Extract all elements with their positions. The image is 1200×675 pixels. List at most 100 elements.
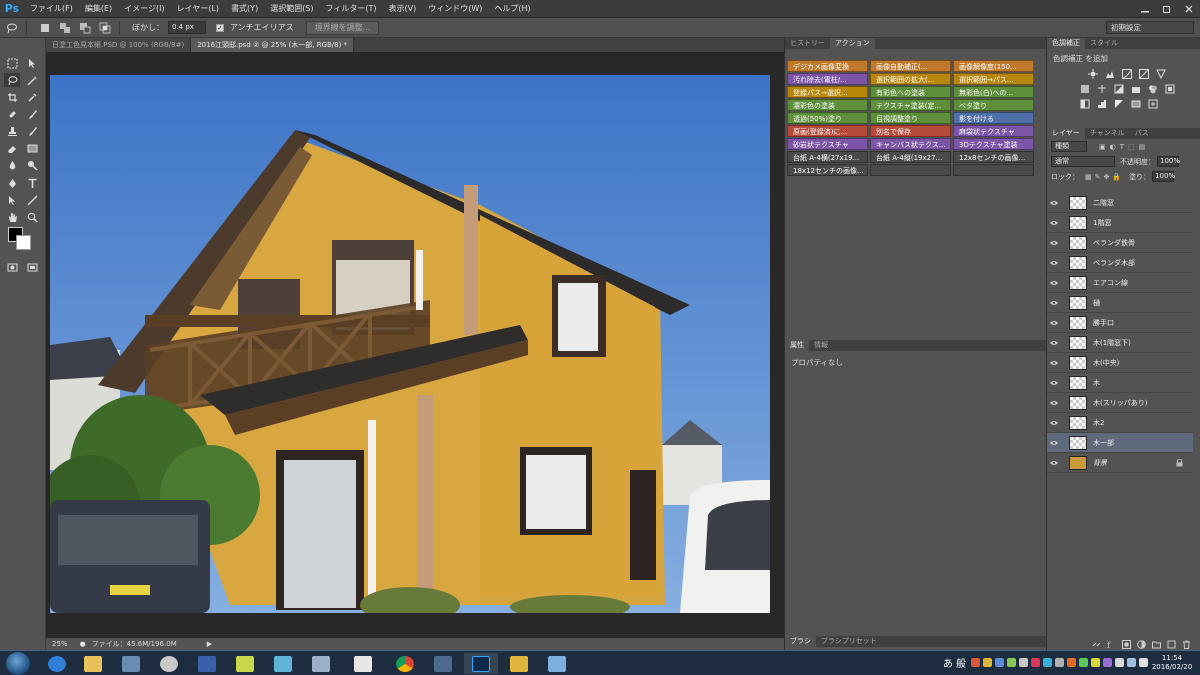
visibility-eye-icon[interactable] [1047,193,1061,213]
visibility-eye-icon[interactable] [1047,213,1061,233]
layer-row[interactable]: 二階窓 [1047,193,1193,213]
clock[interactable]: 11:54 2016/02/20 [1148,654,1196,672]
brush-tool[interactable] [24,107,40,121]
opacity-input[interactable]: 100% [1157,156,1180,167]
taskbar-explorer[interactable] [76,653,110,674]
history-brush-tool[interactable] [24,124,40,138]
lasso-tool[interactable] [4,73,20,87]
refine-edge-button[interactable]: 境界線を調整... [305,20,380,35]
layer-row[interactable]: 背景 [1047,453,1193,473]
feather-input[interactable]: 0.4 px [168,21,206,34]
action-button[interactable]: 選択範囲の拡大(... [870,73,951,85]
eyedropper-tool[interactable] [24,90,40,104]
action-button[interactable]: 透過(50%)塗り [787,112,868,124]
selective-color-icon[interactable] [1147,98,1158,109]
menu-file[interactable]: ファイル(F) [24,0,79,18]
crop-tool[interactable] [4,90,20,104]
action-button[interactable]: 台紙 A-4縦(19x27... [870,151,951,163]
menu-filter[interactable]: フィルター(T) [320,0,383,18]
layer-style-icon[interactable]: f [1107,640,1116,649]
action-button[interactable]: 選択範囲→パス... [953,73,1034,85]
layer-row[interactable]: 木(スリッパあり) [1047,393,1193,413]
close-button[interactable] [1178,0,1200,18]
taskbar-app-5[interactable] [426,653,460,674]
layer-row[interactable]: ベランダ鉄骨 [1047,233,1193,253]
action-button[interactable]: 12x8センチの画像... [953,151,1034,163]
marquee-tool[interactable] [4,56,20,70]
tab-styles[interactable]: スタイル [1085,38,1123,49]
tray-icon-6[interactable] [1031,658,1040,667]
tray-icon-10[interactable] [1079,658,1088,667]
tab-layers[interactable]: レイヤー [1047,128,1085,139]
layer-row[interactable]: 木一部 [1047,433,1193,453]
taskbar-app-1[interactable] [190,653,224,674]
tab-paths[interactable]: パス [1130,128,1154,139]
levels-icon[interactable] [1104,68,1115,79]
menu-window[interactable]: ウィンドウ(W) [422,0,488,18]
posterize-icon[interactable] [1096,98,1107,109]
visibility-eye-icon[interactable] [1047,433,1061,453]
brightness-icon[interactable] [1087,68,1098,79]
blend-mode-select[interactable]: 通常 [1051,156,1115,167]
path-selection-tool[interactable] [4,193,20,207]
lock-icon[interactable] [1176,458,1183,467]
action-button[interactable]: 麻袋状テクスチャ [953,125,1034,137]
action-button[interactable]: 目視調整塗り [870,112,951,124]
visibility-eye-icon[interactable] [1047,373,1061,393]
eraser-tool[interactable] [4,141,20,155]
gradient-map-icon[interactable] [1130,98,1141,109]
tray-icon-1[interactable] [971,658,980,667]
lock-icons[interactable]: ▦✎✥🔒 [1085,173,1124,181]
menu-select[interactable]: 選択範囲(S) [264,0,319,18]
line-tool[interactable] [24,193,40,207]
taskbar-chrome[interactable] [388,653,422,674]
taskbar-ie[interactable] [40,653,74,674]
visibility-eye-icon[interactable] [1047,413,1061,433]
new-group-icon[interactable] [1152,640,1161,649]
action-button[interactable]: 影を付ける [953,112,1034,124]
taskbar-app-6[interactable] [502,653,536,674]
layer-mask-icon[interactable] [1122,639,1131,649]
action-button[interactable]: 台紙 A-4横(27x19... [787,151,868,163]
zoom-level[interactable]: 25% [52,640,68,648]
action-button[interactable]: キャンバス状テクス... [870,138,951,150]
action-button[interactable]: 18x12センチの画像... [787,164,868,176]
action-button[interactable] [953,164,1034,176]
workspace-select[interactable]: 初期設定 [1106,21,1194,34]
house-photo-canvas[interactable] [50,75,770,613]
tray-icon-7[interactable] [1043,658,1052,667]
visibility-eye-icon[interactable] [1047,393,1061,413]
antialias-checkbox[interactable]: ✓ [216,23,224,32]
doc-tab-house[interactable]: 2016江頭邸.psd ② @ 25% (木一部, RGB/8) * [191,38,355,52]
tab-info[interactable]: 情報 [809,340,833,351]
tray-icon-8[interactable] [1055,658,1064,667]
maximize-button[interactable] [1156,0,1178,18]
tray-icon-11[interactable] [1091,658,1100,667]
visibility-eye-icon[interactable] [1047,353,1061,373]
hand-tool[interactable] [4,210,20,224]
tray-icon-9[interactable] [1067,658,1076,667]
new-layer-icon[interactable] [1167,640,1176,649]
action-button[interactable]: 濃彩色の塗装 [787,99,868,111]
layer-row[interactable]: 1階窓 [1047,213,1193,233]
tray-icon-4[interactable] [1007,658,1016,667]
taskbar-media-player[interactable] [152,653,186,674]
action-button[interactable]: 原画(登録済)に... [787,125,868,137]
taskbar-app-2[interactable] [228,653,262,674]
visibility-eye-icon[interactable] [1047,253,1061,273]
clone-stamp-tool[interactable] [4,124,20,138]
pen-tool[interactable] [4,176,20,190]
hue-saturation-icon[interactable] [1079,83,1090,94]
tab-actions[interactable]: アクション [830,38,875,49]
tray-icon-3[interactable] [995,658,1004,667]
action-button[interactable]: ベタ塗り [953,99,1034,111]
doc-tab-color-samples[interactable]: 日塗工色見本帳.PSD @ 100% (RGB/8#) [46,38,192,52]
action-button[interactable]: 別名で保存 [870,125,951,137]
curves-icon[interactable] [1121,68,1132,79]
photo-filter-icon[interactable] [1130,83,1141,94]
action-button[interactable]: 画像自動補正(... [870,60,951,72]
action-button[interactable]: 汚れ除去(電柱/... [787,73,868,85]
magic-wand-tool[interactable] [24,73,40,87]
zoom-tool[interactable] [24,210,40,224]
visibility-eye-icon[interactable] [1047,313,1061,333]
